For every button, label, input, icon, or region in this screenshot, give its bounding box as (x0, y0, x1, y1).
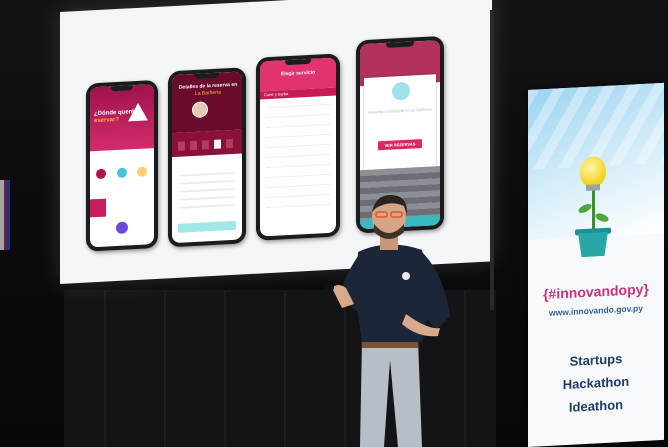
view-reservations-button: VER RESERVAS (378, 139, 422, 151)
banner-hashtag: {#innovandopy} (543, 280, 649, 303)
date-strip (172, 129, 242, 158)
screen-frame (490, 10, 494, 310)
fab-button (116, 221, 128, 235)
banner-url: www.innovando.gov.py (549, 302, 643, 318)
calendar-check-icon (392, 81, 410, 101)
plant-stem (592, 190, 595, 233)
stage: ¿Dónde querés eservar? Detalles de la re… (0, 0, 668, 447)
banner-words: Startups Hackathon Ideathon (528, 345, 664, 421)
spa-icon (117, 167, 127, 179)
flag-edge (0, 180, 10, 250)
promo-tag (90, 198, 106, 218)
modal-text: Reserva confirmada en La Barbería (368, 106, 432, 115)
lightbulb-icon (580, 155, 606, 188)
phone3-title: Elegir servicio (280, 69, 316, 78)
confirm-button (178, 220, 236, 233)
event-banner: {#innovandopy} www.innovando.gov.py Star… (528, 82, 664, 447)
logo-icon (128, 102, 148, 122)
confirmation-modal: Reserva confirmada en La Barbería VER RE… (364, 74, 436, 171)
phone-mockup-1: ¿Dónde querés eservar? (86, 79, 158, 252)
time-list (180, 171, 234, 215)
flowerpot-icon (578, 232, 608, 258)
phone-mockup-2: Detalles de la reserva en La Barbería (168, 67, 246, 248)
speaker (318, 190, 468, 447)
scissors-icon (96, 168, 106, 180)
phone3-section: Corte y barba (264, 91, 289, 98)
nails-icon (137, 166, 147, 177)
avatar (192, 101, 208, 119)
